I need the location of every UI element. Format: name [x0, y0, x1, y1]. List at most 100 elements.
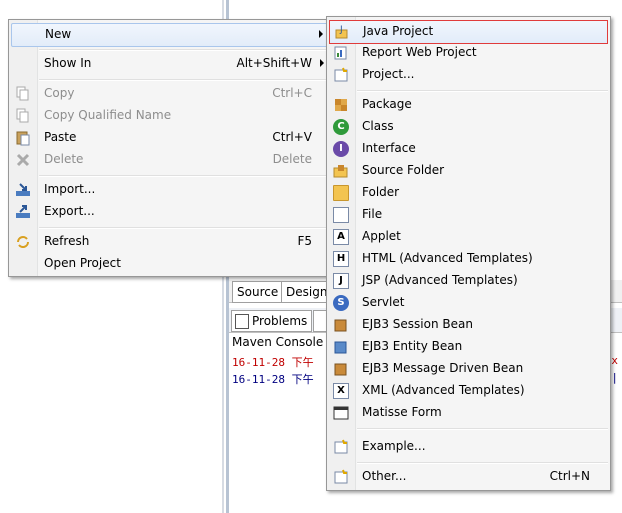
class-icon: C	[333, 119, 349, 135]
menu-item-label: Interface	[362, 141, 416, 155]
menu-item-shortcut: Ctrl+N	[549, 469, 590, 483]
menu-item-label: Import...	[44, 182, 96, 196]
console-line: 16-11-28 下午	[232, 373, 314, 386]
menu-item-label: Source Folder	[362, 163, 445, 177]
menu-item-other[interactable]: Other... Ctrl+N	[329, 466, 608, 488]
menu-item-matisse-form[interactable]: Matisse Form	[329, 402, 608, 424]
menu-item-shortcut: Delete	[272, 152, 312, 166]
menu-item-java-project[interactable]: J Java Project	[329, 20, 608, 44]
menu-item-label: JSP (Advanced Templates)	[362, 273, 518, 287]
example-icon	[333, 439, 349, 455]
servlet-icon: S	[333, 295, 349, 311]
submenu-arrow-icon	[319, 30, 323, 38]
ejb-message-icon	[333, 361, 349, 377]
new-submenu: J Java Project Report Web Project Projec…	[326, 16, 611, 491]
menu-item-package[interactable]: Package	[329, 94, 608, 116]
console-edge-mark: x	[611, 354, 618, 367]
interface-icon: I	[333, 141, 349, 157]
menu-item-label: EJB3 Message Driven Bean	[362, 361, 524, 375]
xml-icon: X	[333, 383, 349, 399]
menu-item-label: Applet	[362, 229, 401, 243]
menu-item-show-in[interactable]: Show In Alt+Shift+W	[11, 53, 328, 75]
menu-item-xml[interactable]: X XML (Advanced Templates)	[329, 380, 608, 402]
console-title: Maven Console	[232, 335, 324, 349]
menu-item-report-web-project[interactable]: Report Web Project	[329, 42, 608, 64]
menu-item-label: Class	[362, 119, 394, 133]
folder-icon	[333, 185, 349, 201]
tab-design[interactable]: Design	[281, 281, 333, 303]
paste-icon	[15, 130, 31, 146]
menu-item-label: Other...	[362, 469, 407, 483]
menu-item-copy-qualified-name[interactable]: Copy Qualified Name	[11, 105, 328, 127]
menu-item-html[interactable]: H HTML (Advanced Templates)	[329, 248, 608, 270]
menu-item-delete[interactable]: Delete Delete	[11, 149, 328, 171]
menu-item-servlet[interactable]: S Servlet	[329, 292, 608, 314]
menu-item-applet[interactable]: A Applet	[329, 226, 608, 248]
other-icon	[333, 469, 349, 485]
menu-item-label: Copy Qualified Name	[44, 108, 172, 122]
menu-item-ejb3-message-driven-bean[interactable]: EJB3 Message Driven Bean	[329, 358, 608, 380]
menu-item-ejb3-session-bean[interactable]: EJB3 Session Bean	[329, 314, 608, 336]
menu-item-source-folder[interactable]: Source Folder	[329, 160, 608, 182]
tab-problems-label: Problems	[252, 314, 308, 328]
menu-item-label: Export...	[44, 204, 95, 218]
menu-item-label: EJB3 Session Bean	[362, 317, 473, 331]
menu-item-new[interactable]: New	[11, 23, 328, 47]
tab-problems[interactable]: Problems	[231, 310, 313, 332]
menu-item-open-project[interactable]: Open Project	[11, 253, 328, 275]
menu-item-label: Report Web Project	[362, 45, 477, 59]
separator	[357, 462, 608, 464]
menu-item-label: HTML (Advanced Templates)	[362, 251, 533, 265]
menu-item-copy[interactable]: Copy Ctrl+C	[11, 83, 328, 105]
menu-item-label: Refresh	[44, 234, 90, 248]
refresh-icon	[15, 234, 31, 250]
ejb-entity-icon	[333, 339, 349, 355]
delete-icon	[15, 152, 31, 168]
menu-item-import[interactable]: Import...	[11, 179, 328, 201]
menu-item-shortcut: Ctrl+C	[272, 86, 312, 100]
separator	[39, 227, 328, 229]
menu-item-class[interactable]: C Class	[329, 116, 608, 138]
source-folder-icon	[333, 163, 349, 179]
matisse-form-icon	[333, 405, 349, 421]
separator	[39, 79, 328, 81]
menu-item-ejb3-entity-bean[interactable]: EJB3 Entity Bean	[329, 336, 608, 358]
menu-item-label: Java Project	[363, 24, 434, 38]
package-icon	[333, 97, 349, 113]
svg-text:J: J	[339, 25, 343, 35]
menu-item-shortcut: F5	[297, 234, 312, 248]
menu-item-project[interactable]: Project...	[329, 64, 608, 86]
separator	[357, 90, 608, 92]
submenu-arrow-icon	[320, 59, 324, 67]
menu-item-label: Servlet	[362, 295, 405, 309]
separator	[357, 428, 608, 430]
menu-item-file[interactable]: File	[329, 204, 608, 226]
menu-item-label: Example...	[362, 439, 426, 453]
tab-source[interactable]: Source	[232, 281, 284, 303]
menu-item-export[interactable]: Export...	[11, 201, 328, 223]
menu-item-label: Delete	[44, 152, 84, 166]
menu-item-label: Package	[362, 97, 412, 111]
menu-item-interface[interactable]: I Interface	[329, 138, 608, 160]
menu-item-label: Folder	[362, 185, 400, 199]
separator	[39, 175, 328, 177]
jsp-icon: J	[333, 273, 349, 289]
java-project-icon: J	[334, 24, 350, 40]
menu-item-folder[interactable]: Folder	[329, 182, 608, 204]
separator	[39, 49, 328, 51]
menu-item-label: Paste	[44, 130, 77, 144]
menu-item-label: Open Project	[44, 256, 121, 270]
ejb-session-icon	[333, 317, 349, 333]
problems-icon	[235, 314, 249, 329]
menu-item-label: New	[45, 27, 72, 41]
context-menu: New Show In Alt+Shift+W Copy Ctrl+C Copy…	[8, 19, 331, 277]
menu-item-label: Copy	[44, 86, 75, 100]
export-icon	[15, 204, 31, 220]
menu-item-refresh[interactable]: Refresh F5	[11, 231, 328, 253]
menu-item-label: Project...	[362, 67, 415, 81]
menu-item-example[interactable]: Example...	[329, 436, 608, 458]
menu-item-jsp[interactable]: J JSP (Advanced Templates)	[329, 270, 608, 292]
menu-item-paste[interactable]: Paste Ctrl+V	[11, 127, 328, 149]
project-icon	[333, 67, 349, 83]
menu-item-label: Matisse Form	[362, 405, 442, 419]
